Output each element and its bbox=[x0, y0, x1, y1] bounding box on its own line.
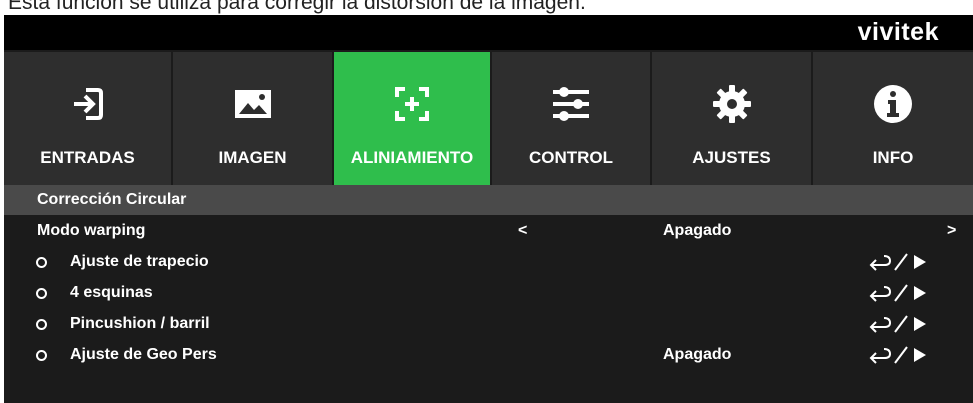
menu-item-label: Pincushion / barril bbox=[70, 315, 210, 332]
sliders-icon bbox=[553, 87, 589, 121]
menu-item-label: Ajuste de Geo Pers bbox=[70, 346, 217, 363]
input-icon bbox=[73, 88, 103, 120]
bullet-icon bbox=[36, 257, 47, 268]
image-icon bbox=[234, 90, 271, 118]
menu-item-trapecio[interactable]: Ajuste de trapecio bbox=[4, 246, 973, 277]
tab-entradas[interactable]: ENTRADAS bbox=[4, 52, 171, 192]
tab-label: ALINIAMIENTO bbox=[350, 148, 474, 167]
osd-menu: vivitek ENTRADAS IMAGEN ALINIAMIENTO CON… bbox=[4, 15, 973, 403]
menu-item-geo-pers[interactable]: Ajuste de Geo Pers Apagado bbox=[4, 339, 973, 370]
enter-play-icon[interactable] bbox=[868, 284, 930, 302]
menu-list: Corrección Circular Modo warping < Apaga… bbox=[4, 185, 973, 370]
tab-label: ENTRADAS bbox=[40, 148, 135, 167]
tab-ajustes[interactable]: AJUSTES bbox=[652, 52, 811, 192]
tab-aliniamiento[interactable]: ALINIAMIENTO bbox=[334, 52, 490, 192]
bullet-icon bbox=[36, 288, 47, 299]
section-title: Corrección Circular bbox=[37, 191, 187, 208]
next-arrow-icon[interactable]: > bbox=[947, 215, 956, 246]
tab-label: IMAGEN bbox=[218, 148, 287, 167]
enter-play-icon[interactable] bbox=[868, 253, 930, 271]
page-caption: Esta función se utiliza para corregir la… bbox=[8, 0, 586, 14]
menu-item-4-esquinas[interactable]: 4 esquinas bbox=[4, 277, 973, 308]
tab-bar: ENTRADAS IMAGEN ALINIAMIENTO CONTROL AJU… bbox=[4, 52, 973, 192]
warping-mode-value: Apagado bbox=[663, 222, 732, 239]
menu-item-value: Apagado bbox=[663, 346, 732, 363]
alignment-icon bbox=[395, 87, 429, 121]
bullet-icon bbox=[36, 319, 47, 330]
brand-logo: vivitek bbox=[857, 18, 939, 46]
tab-label: AJUSTES bbox=[692, 148, 771, 167]
bullet-icon bbox=[36, 350, 47, 361]
tab-label: CONTROL bbox=[528, 148, 614, 167]
enter-play-icon[interactable] bbox=[868, 315, 930, 333]
warping-mode-label: Modo warping bbox=[37, 222, 146, 239]
warping-mode-row[interactable]: Modo warping < Apagado > bbox=[4, 215, 973, 246]
section-header: Corrección Circular bbox=[4, 185, 973, 215]
tab-imagen[interactable]: IMAGEN bbox=[173, 52, 332, 192]
tab-info[interactable]: INFO bbox=[813, 52, 973, 192]
enter-play-icon[interactable] bbox=[868, 346, 930, 364]
brand-bar: vivitek bbox=[4, 15, 973, 50]
menu-item-pincushion[interactable]: Pincushion / barril bbox=[4, 308, 973, 339]
info-icon bbox=[874, 85, 912, 123]
menu-item-label: 4 esquinas bbox=[70, 284, 153, 301]
gear-icon bbox=[712, 85, 751, 123]
menu-item-label: Ajuste de trapecio bbox=[70, 253, 209, 270]
prev-arrow-icon[interactable]: < bbox=[518, 215, 527, 246]
tab-label: INFO bbox=[872, 148, 914, 167]
tab-control[interactable]: CONTROL bbox=[492, 52, 650, 192]
